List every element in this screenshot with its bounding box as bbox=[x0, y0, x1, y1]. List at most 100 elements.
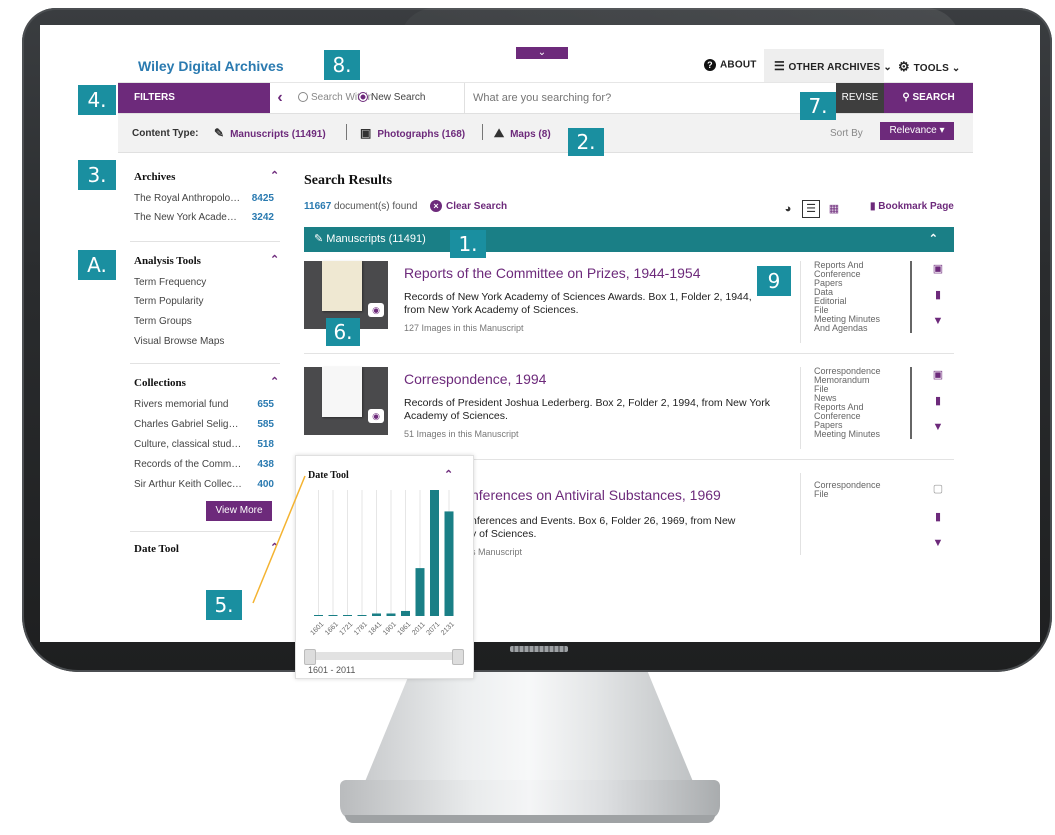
bookmark-icon[interactable]: ▮ bbox=[932, 395, 944, 407]
histogram-bar[interactable] bbox=[328, 615, 338, 616]
grid-view-icon[interactable]: ▦ bbox=[826, 201, 842, 217]
date-histogram[interactable]: 1601166117211781184119011961201120712131 bbox=[306, 484, 466, 654]
manuscripts-group-header[interactable]: ✎ Manuscripts (11491) ⌃ bbox=[304, 227, 954, 252]
download-icon[interactable]: ▼ bbox=[932, 315, 944, 327]
histogram-bar[interactable] bbox=[343, 615, 352, 616]
chevron-up-icon[interactable]: ⌃ bbox=[270, 541, 279, 554]
group-label: Manuscripts (11491) bbox=[326, 233, 426, 245]
filters-bar[interactable]: FILTERS bbox=[118, 83, 290, 113]
monitor-logo bbox=[510, 646, 568, 652]
result-tags: Correspondence Memorandum File News Repo… bbox=[814, 367, 910, 439]
histogram-bar[interactable] bbox=[415, 568, 425, 616]
map-icon: ⛰ bbox=[494, 126, 505, 140]
tick-label: 2131 bbox=[440, 621, 456, 637]
callout-9: 9 bbox=[757, 266, 791, 296]
separator bbox=[482, 124, 483, 140]
result-image-count: 51 Images in this Manuscript bbox=[404, 429, 519, 439]
content-type-maps[interactable]: ⛰ Maps (8) bbox=[494, 126, 551, 141]
chevron-up-icon[interactable]: ⌃ bbox=[270, 253, 279, 266]
eye-icon[interactable]: ◉ bbox=[368, 409, 384, 423]
chevron-up-icon[interactable]: ⌃ bbox=[444, 468, 453, 481]
result-description-line: nferences and Events. Box 6, Folder 26, … bbox=[471, 515, 736, 527]
image-icon[interactable]: ▣ bbox=[932, 369, 944, 381]
eye-icon[interactable]: ◉ bbox=[368, 303, 384, 317]
filters-label: FILTERS bbox=[134, 92, 175, 103]
image-icon[interactable]: ▢ bbox=[932, 483, 944, 495]
result-item: ◉ Reports of the Committee on Prizes, 19… bbox=[304, 253, 954, 354]
content-type-manuscripts[interactable]: ✎ Manuscripts (11491) bbox=[214, 126, 326, 140]
search-row: FILTERS ‹ Search Within New Search REVIS… bbox=[118, 83, 973, 114]
analysis-tool-item[interactable]: Term Frequency bbox=[134, 277, 242, 288]
screen-bottom-strip bbox=[40, 612, 1040, 642]
filters-collapse-button[interactable]: ‹ bbox=[270, 83, 290, 113]
brand-logo[interactable]: Wiley Digital Archives bbox=[138, 58, 284, 74]
tools-menu[interactable]: ⚙ TOOLS ⌄ bbox=[898, 59, 961, 75]
about-link[interactable]: ? ABOUT bbox=[704, 59, 757, 71]
analysis-tool-item[interactable]: Term Popularity bbox=[134, 296, 242, 307]
revise-button[interactable]: REVISE bbox=[836, 83, 884, 113]
archive-count: 8425 bbox=[251, 193, 274, 204]
collection-count: 585 bbox=[257, 419, 274, 430]
search-button[interactable]: ⚲ SEARCH bbox=[884, 83, 973, 113]
result-description: Records of New York Academy of Sciences … bbox=[404, 291, 752, 316]
analysis-tool-item[interactable]: Term Groups bbox=[134, 316, 242, 327]
bookmark-icon[interactable]: ▮ bbox=[932, 289, 944, 301]
chevron-up-icon[interactable]: ⌃ bbox=[270, 169, 279, 182]
histogram-bar[interactable] bbox=[430, 490, 439, 616]
histogram-bar[interactable] bbox=[386, 613, 396, 616]
bookmark-icon[interactable]: ▮ bbox=[932, 511, 944, 523]
result-title[interactable]: Reports of the Committee on Prizes, 1944… bbox=[404, 265, 701, 281]
collapse-toggle[interactable]: ⌄ bbox=[516, 47, 568, 59]
tags-scrollbar[interactable] bbox=[910, 367, 912, 439]
clear-search-button[interactable]: × Clear Search bbox=[430, 200, 507, 212]
download-icon[interactable]: ▼ bbox=[932, 421, 944, 433]
histogram-bar[interactable] bbox=[401, 610, 410, 616]
collection-item[interactable]: Records of the Committ... bbox=[134, 459, 242, 470]
collection-item[interactable]: Rivers memorial fund bbox=[134, 399, 242, 410]
other-archives-menu[interactable]: ☰ OTHER ARCHIVES ⌄ bbox=[774, 59, 892, 73]
content-type-photographs[interactable]: ▣ Photographs (168) bbox=[360, 126, 465, 140]
collection-item[interactable]: Sir Arthur Keith Collection bbox=[134, 479, 242, 490]
histogram-bar[interactable] bbox=[357, 615, 367, 616]
collection-count: 438 bbox=[257, 459, 274, 470]
new-search-option[interactable]: New Search bbox=[358, 92, 425, 103]
archive-item[interactable]: The Royal Anthropologic... bbox=[134, 193, 242, 204]
image-icon[interactable]: ▣ bbox=[932, 263, 944, 275]
date-range-slider[interactable] bbox=[304, 649, 464, 665]
callout-8: 8. bbox=[324, 50, 360, 80]
result-title[interactable]: Correspondence, 1994 bbox=[404, 371, 546, 387]
divider bbox=[800, 261, 801, 343]
histogram-bar[interactable] bbox=[372, 613, 381, 616]
search-input[interactable] bbox=[464, 83, 798, 113]
result-image-count: s Manuscript bbox=[471, 547, 523, 557]
slider-handle-left[interactable] bbox=[304, 649, 316, 665]
analysis-tool-item[interactable]: Visual Browse Maps bbox=[134, 336, 242, 347]
edit-icon: ✎ bbox=[314, 233, 327, 245]
chevron-down-icon: ⌄ bbox=[948, 63, 961, 74]
result-title[interactable]: nferences on Antiviral Substances, 1969 bbox=[471, 487, 721, 503]
separator bbox=[346, 124, 347, 140]
histogram-bar[interactable] bbox=[314, 615, 323, 616]
divider bbox=[130, 241, 280, 242]
chevron-up-icon[interactable]: ⌃ bbox=[270, 375, 279, 388]
top-bar: Wiley Digital Archives ⌄ ? ABOUT ☰ OTHER … bbox=[118, 25, 973, 83]
histogram-bar[interactable] bbox=[444, 511, 454, 616]
globe-icon[interactable]: ◕ bbox=[780, 201, 796, 217]
bookmark-page-button[interactable]: ▮ Bookmark Page bbox=[870, 201, 954, 212]
collection-item[interactable]: Charles Gabriel Seligma... bbox=[134, 419, 242, 430]
help-icon: ? bbox=[704, 59, 716, 71]
archive-item[interactable]: The New York Academy ... bbox=[134, 212, 242, 223]
content-type-row: Content Type: ✎ Manuscripts (11491) ▣ Phot… bbox=[118, 114, 973, 153]
tick-label: 2011 bbox=[411, 621, 427, 637]
image-icon: ▣ bbox=[360, 126, 372, 140]
chevron-up-icon: ⌃ bbox=[928, 233, 938, 245]
collection-item[interactable]: Culture, classical studies... bbox=[134, 439, 242, 450]
collection-count: 518 bbox=[257, 439, 274, 450]
download-icon[interactable]: ▼ bbox=[932, 537, 944, 549]
view-more-button[interactable]: View More bbox=[206, 501, 272, 521]
slider-handle-right[interactable] bbox=[452, 649, 464, 665]
tags-scrollbar[interactable] bbox=[910, 261, 912, 333]
gear-icon: ⚙ bbox=[898, 59, 914, 74]
list-view-icon[interactable]: ☰ bbox=[802, 200, 820, 218]
sort-select[interactable]: Relevance ▾ bbox=[880, 122, 954, 140]
